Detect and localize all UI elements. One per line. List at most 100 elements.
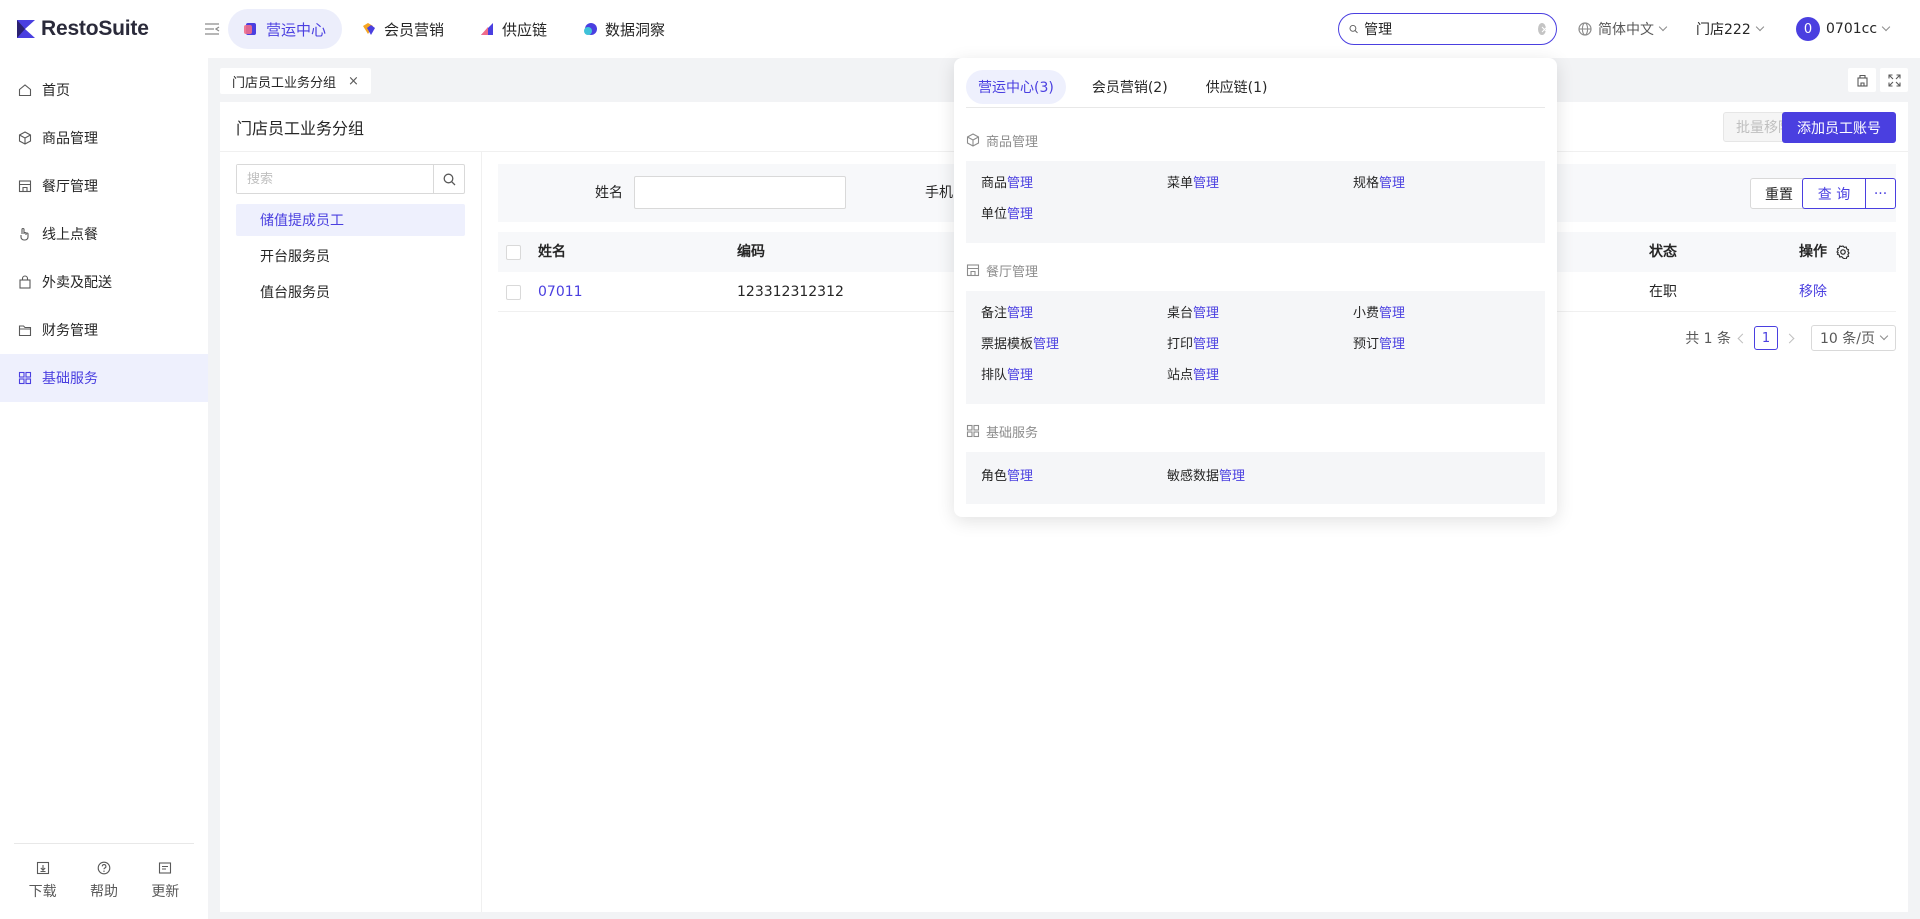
clear-search-icon[interactable] [1538, 23, 1546, 35]
more-options-button[interactable]: ··· [1866, 178, 1896, 209]
store-select[interactable]: 门店222 [1696, 0, 1764, 58]
result-item[interactable]: 单位管理 [981, 206, 1033, 224]
sidebar-item-label: 首页 [42, 83, 70, 99]
group-item[interactable]: 储值提成员工 [236, 204, 465, 236]
supply-chain-icon [481, 23, 494, 35]
section-title-text: 商品管理 [986, 134, 1039, 150]
store-label: 门店222 [1696, 22, 1751, 38]
sidebar-item-label: 外卖及配送 [42, 275, 112, 291]
result-item[interactable]: 预订管理 [1353, 336, 1405, 354]
sidebar-item-restaurant[interactable]: 餐厅管理 [0, 162, 208, 210]
sidebar-item-online-order[interactable]: 线上点餐 [0, 210, 208, 258]
name-filter-input[interactable] [634, 176, 846, 209]
download-label: 下载 [28, 884, 57, 900]
sidebar-item-finance[interactable]: 财务管理 [0, 306, 208, 354]
result-item[interactable]: 商品管理 [981, 175, 1033, 193]
result-item[interactable]: 桌台管理 [1167, 305, 1219, 323]
sidebar-item-home[interactable]: 首页 [0, 66, 208, 114]
sidebar-item-basic-services[interactable]: 基础服务 [0, 354, 208, 402]
result-item[interactable]: 站点管理 [1167, 367, 1219, 385]
user-menu[interactable]: 0 0701cc [1796, 0, 1891, 58]
sidebar-footer: 下载 帮助 更新 [0, 843, 208, 919]
group-pane: 储值提成员工 开台服务员 值台服务员 [220, 152, 482, 912]
col-action: 操作 [1799, 244, 1827, 260]
topnav-member-marketing[interactable]: 会员营销 [346, 9, 460, 49]
staff-status: 在职 [1649, 284, 1677, 300]
home-icon [18, 84, 32, 97]
fullscreen-icon [1887, 73, 1901, 87]
staff-code: 123312312312 [737, 284, 844, 300]
help-button[interactable]: 帮助 [90, 861, 118, 901]
add-staff-account-button[interactable]: 添加员工账号 [1782, 112, 1896, 143]
sidebar-item-delivery[interactable]: 外卖及配送 [0, 258, 208, 306]
result-item[interactable]: 打印管理 [1167, 336, 1219, 354]
page-size-select[interactable]: 10 条/页 [1811, 325, 1896, 351]
logo-icon [17, 20, 35, 38]
prev-page-icon[interactable] [1737, 333, 1748, 343]
result-item[interactable]: 敏感数据管理 [1167, 468, 1245, 486]
result-item[interactable]: 票据模板管理 [981, 336, 1059, 354]
sidebar-item-label: 基础服务 [42, 371, 98, 387]
chevron-down-icon [1881, 22, 1891, 32]
globe-icon [1578, 22, 1592, 36]
result-item[interactable]: 规格管理 [1353, 175, 1405, 193]
select-all-checkbox[interactable] [506, 245, 521, 260]
page-number[interactable]: 1 [1754, 326, 1779, 350]
col-code: 编码 [737, 244, 765, 260]
search-icon [443, 173, 455, 185]
next-page-icon[interactable] [1784, 333, 1795, 343]
update-button[interactable]: 更新 [151, 861, 179, 901]
reset-button[interactable]: 重置 [1750, 178, 1808, 209]
row-checkbox[interactable] [506, 285, 521, 300]
group-item[interactable]: 开台服务员 [236, 240, 465, 272]
user-name: 0701cc [1826, 21, 1878, 37]
group-search-input[interactable] [237, 165, 433, 193]
gear-icon[interactable] [1836, 245, 1850, 259]
data-insight-icon [584, 23, 598, 35]
section-title-text: 餐厅管理 [986, 264, 1039, 280]
section-products: 商品管理 菜单管理 规格管理 单位管理 [966, 161, 1545, 243]
tab-member-marketing[interactable]: 会员营销(2) [1080, 70, 1180, 104]
store-icon [966, 264, 980, 277]
help-label: 帮助 [89, 884, 118, 900]
topnav-label: 营运中心 [266, 20, 327, 39]
group-item[interactable]: 值台服务员 [236, 276, 465, 308]
query-button[interactable]: 查 询 [1802, 178, 1866, 209]
download-icon [36, 861, 49, 875]
close-icon[interactable]: × [348, 74, 359, 89]
logo[interactable]: RestoSuite [15, 17, 185, 41]
remove-link[interactable]: 移除 [1799, 272, 1827, 312]
group-search-button[interactable] [433, 165, 464, 193]
tab-operations[interactable]: 营运中心(3) [966, 70, 1066, 104]
topnav-label: 供应链 [502, 20, 548, 39]
sidebar-item-label: 餐厅管理 [42, 179, 98, 195]
result-item[interactable]: 备注管理 [981, 305, 1033, 323]
result-item[interactable]: 菜单管理 [1167, 175, 1219, 193]
sidebar-item-products[interactable]: 商品管理 [0, 114, 208, 162]
staff-name-link[interactable]: 07011 [538, 272, 583, 312]
sidebar: 首页 商品管理 餐厅管理 线上点餐 外卖及配送 财务管理 基础服务 下载 帮助 [0, 58, 208, 919]
chevron-down-icon [1755, 22, 1764, 32]
page-title: 门店员工业务分组 [236, 118, 365, 138]
download-button[interactable]: 下载 [29, 861, 57, 901]
logo-text: RestoSuite [41, 17, 149, 40]
section-restaurant: 备注管理 桌台管理 小费管理 票据模板管理 打印管理 预订管理 排队管理 站点管… [966, 291, 1545, 404]
global-search[interactable] [1338, 13, 1557, 45]
fullscreen-button[interactable] [1880, 68, 1908, 92]
menu-collapse-icon[interactable] [202, 19, 222, 39]
result-item[interactable]: 角色管理 [981, 468, 1033, 486]
group-list: 储值提成员工 开台服务员 值台服务员 [236, 204, 465, 312]
result-item[interactable]: 小费管理 [1353, 305, 1405, 323]
topnav-operations[interactable]: 营运中心 [228, 9, 343, 49]
tab-supply-chain[interactable]: 供应链(1) [1194, 70, 1280, 104]
topnav-supply-chain[interactable]: 供应链 [464, 9, 563, 49]
grid-icon [966, 424, 980, 438]
topnav-data-insight[interactable]: 数据洞察 [567, 9, 681, 49]
global-search-input[interactable] [1364, 21, 1539, 37]
tab-staff-groups[interactable]: 门店员工业务分组 × [220, 68, 371, 94]
home-tool-button[interactable] [1848, 68, 1876, 92]
result-item[interactable]: 排队管理 [981, 367, 1033, 385]
hand-icon [20, 227, 29, 241]
store-icon [18, 180, 32, 193]
language-select[interactable]: 简体中文 [1578, 0, 1668, 58]
